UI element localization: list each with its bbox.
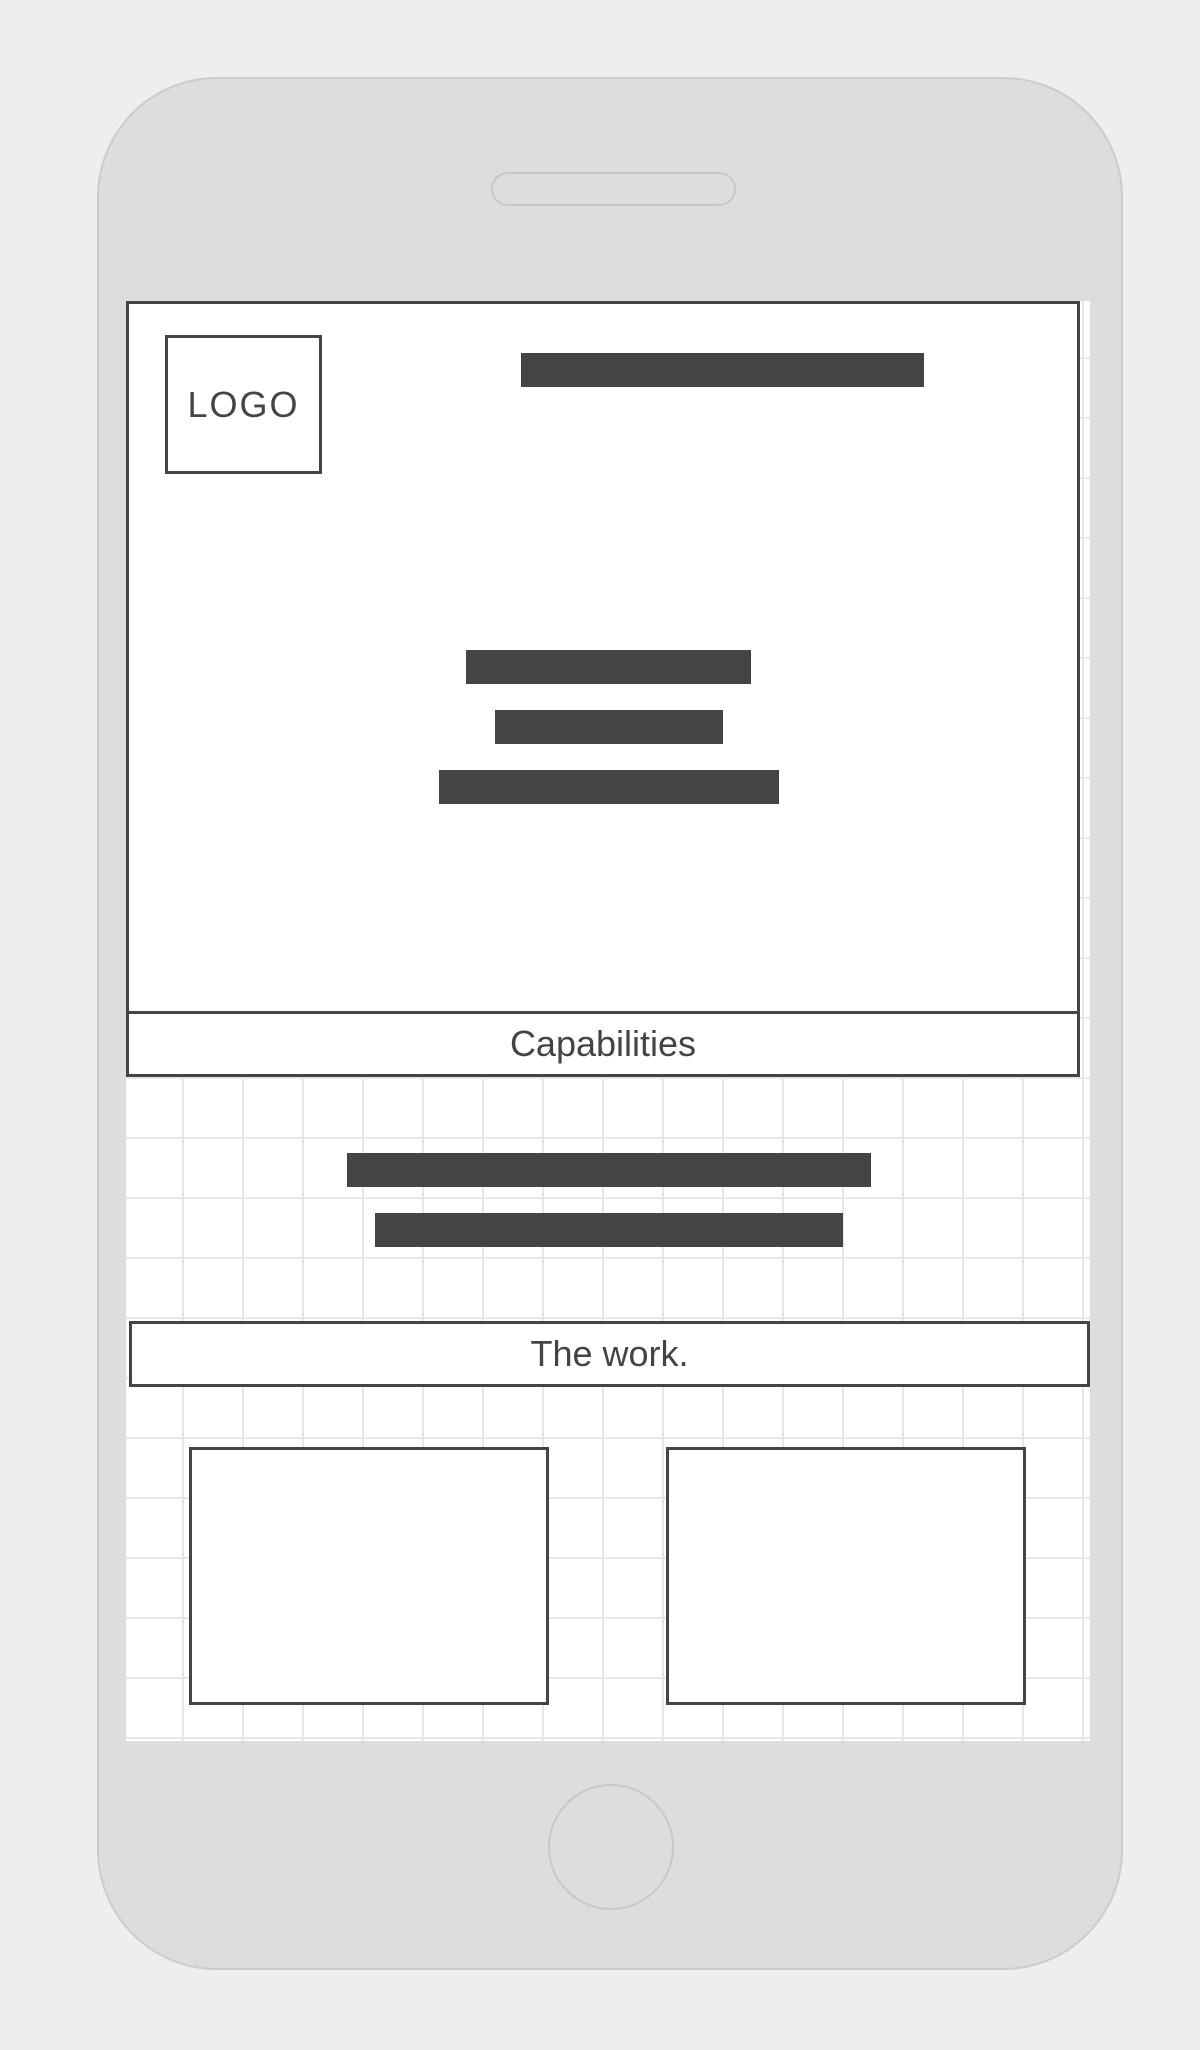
capabilities-title: Capabilities xyxy=(509,1023,697,1064)
work-card-1[interactable] xyxy=(189,1447,549,1705)
capabilities-header[interactable]: Capabilities xyxy=(126,1011,1080,1077)
phone-speaker xyxy=(491,172,736,206)
work-card-2[interactable] xyxy=(666,1447,1026,1705)
logo-label: LOGO xyxy=(187,383,300,425)
headline-line-3 xyxy=(439,770,779,804)
work-title: The work. xyxy=(530,1333,689,1374)
capabilities-text-line-2 xyxy=(375,1213,843,1247)
capabilities-text-line-1 xyxy=(347,1153,871,1187)
headline-line-1 xyxy=(466,650,751,684)
nav-text-placeholder[interactable] xyxy=(521,353,924,387)
phone-screen: LOGO Capabilities The work. xyxy=(126,301,1090,1741)
hero-section: LOGO xyxy=(126,301,1080,1013)
headline-line-2 xyxy=(495,710,723,744)
home-button[interactable] xyxy=(548,1784,674,1910)
work-header[interactable]: The work. xyxy=(129,1321,1090,1387)
logo[interactable]: LOGO xyxy=(165,335,322,474)
